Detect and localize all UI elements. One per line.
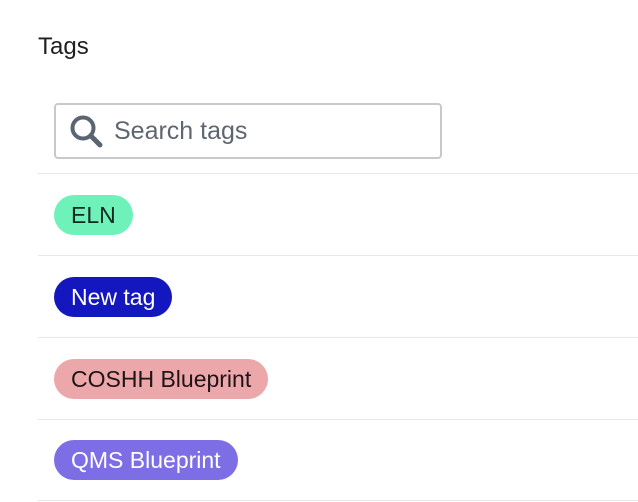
search-input[interactable] <box>114 111 414 151</box>
tag-chip-coshh-blueprint[interactable]: COSHH Blueprint <box>54 358 269 399</box>
tag-row[interactable]: COSHH Blueprint <box>38 337 638 419</box>
tag-chip-new-tag[interactable]: New tag <box>54 276 173 317</box>
search-icon <box>66 111 106 151</box>
tag-row[interactable]: QMS Blueprint <box>38 419 638 501</box>
tag-chip-eln[interactable]: ELN <box>54 194 133 235</box>
search-box[interactable] <box>54 103 442 159</box>
tag-list: ELN New tag COSHH Blueprint QMS Blueprin… <box>38 173 638 501</box>
tag-row[interactable]: New tag <box>38 255 638 337</box>
tag-chip-qms-blueprint[interactable]: QMS Blueprint <box>54 440 238 480</box>
tag-row[interactable]: ELN <box>38 173 638 255</box>
page-title: Tags <box>38 33 89 60</box>
